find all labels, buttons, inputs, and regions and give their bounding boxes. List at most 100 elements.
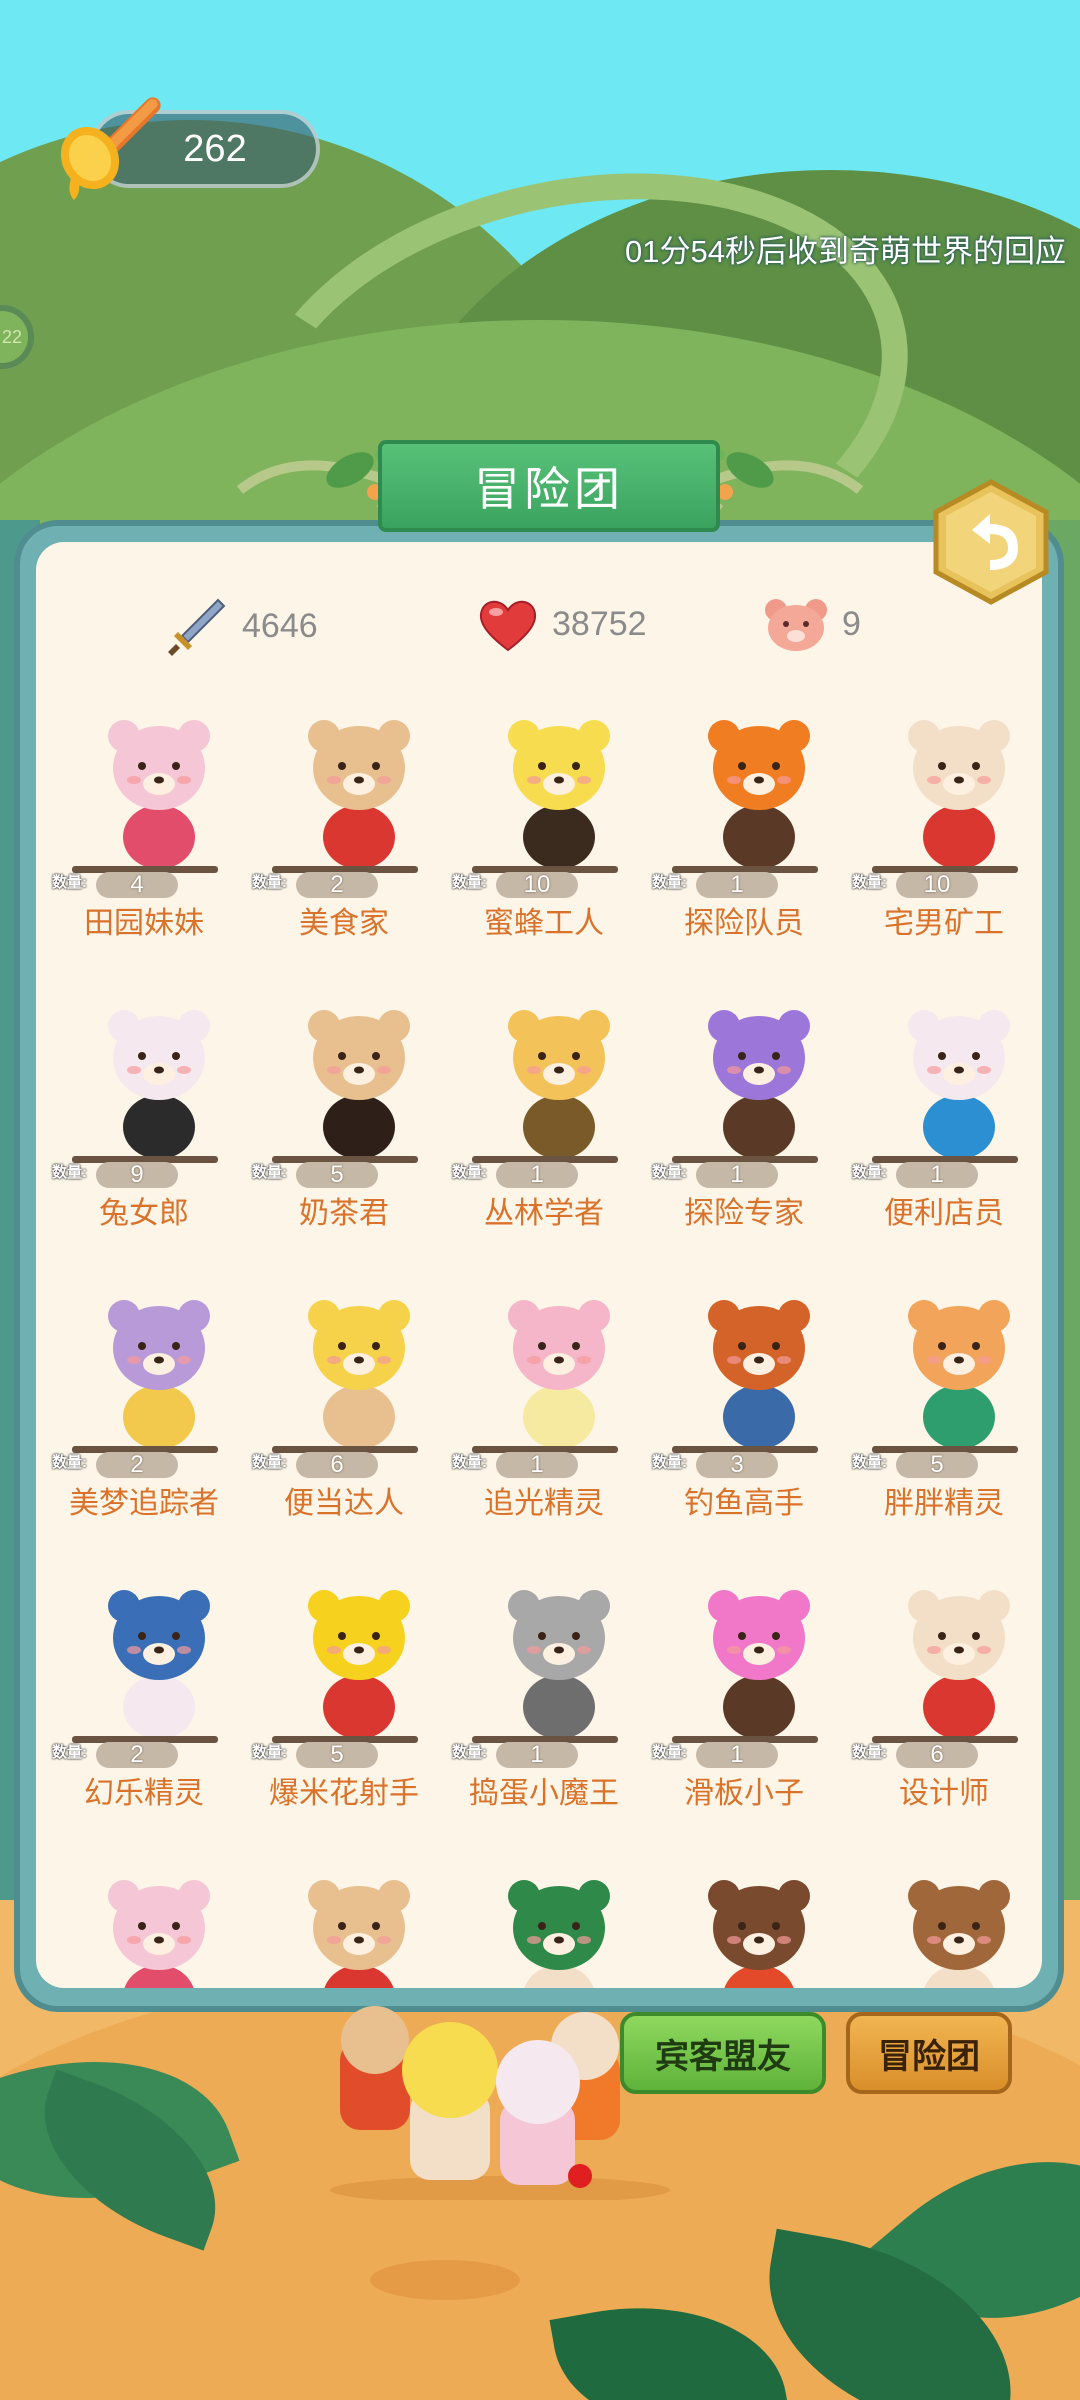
character-card[interactable]: 数量: 2 美食家 (244, 702, 444, 952)
quantity-label: 数量: (852, 1454, 887, 1471)
character-portrait (508, 1590, 610, 1739)
character-card[interactable]: 数量: 5 胖胖精灵 (844, 1282, 1042, 1532)
quantity-value: 1 (896, 1162, 978, 1188)
quantity-value: 5 (896, 1452, 978, 1478)
back-button[interactable] (928, 478, 1054, 606)
quantity-value: 5 (296, 1162, 378, 1188)
character-portrait (908, 720, 1010, 869)
quantity-label: 数量: (452, 1164, 487, 1181)
quantity-label: 数量: (852, 1164, 887, 1181)
character-card[interactable]: 数量: 6 设计师 (844, 1572, 1042, 1822)
character-name: 钓鱼高手 (684, 1486, 804, 1521)
honey-dipper-icon (60, 97, 161, 200)
quantity-label: 数量: (52, 1744, 87, 1761)
character-name: 幻乐精灵 (84, 1776, 204, 1811)
character-portrait (908, 1880, 1010, 1988)
character-portrait (108, 720, 210, 869)
character-portrait (308, 1880, 410, 1988)
character-card[interactable]: 数量: 5 奶茶君 (244, 992, 444, 1242)
guests-allies-button[interactable]: 宾客盟友 (620, 2012, 826, 2094)
character-portrait (308, 1590, 410, 1739)
attack-value: 4646 (242, 606, 318, 645)
character-card[interactable]: 数量: 1 捣蛋小魔王 (444, 1572, 644, 1822)
character-name: 便当达人 (284, 1486, 404, 1521)
character-card[interactable]: 数量: 1 丛林学者 (444, 992, 644, 1242)
character-name: 蜜蜂工人 (484, 906, 604, 941)
character-name: 兔女郎 (99, 1196, 189, 1231)
character-portrait (908, 1590, 1010, 1739)
character-portrait (708, 720, 810, 869)
character-card[interactable] (444, 1862, 644, 1988)
members-value: 9 (842, 604, 861, 643)
character-card[interactable] (644, 1862, 844, 1988)
character-portrait (508, 720, 610, 869)
character-portrait (108, 1880, 210, 1988)
character-portrait (508, 1010, 610, 1159)
character-portrait (708, 1010, 810, 1159)
character-card[interactable] (44, 1862, 244, 1988)
quantity-label: 数量: (852, 1744, 887, 1761)
character-card[interactable]: 数量: 10 蜜蜂工人 (444, 702, 644, 952)
timer-message: 01分54秒后收到奇萌世界的回应 (625, 234, 1066, 269)
character-portrait (308, 720, 410, 869)
quantity-value: 10 (496, 872, 578, 898)
health-stat: 38752 (476, 594, 647, 654)
character-name: 爆米花射手 (269, 1776, 419, 1811)
character-portrait (508, 1880, 610, 1988)
character-card[interactable]: 数量: 1 探险专家 (644, 992, 844, 1242)
quantity-value: 2 (96, 1452, 178, 1478)
character-card[interactable]: 数量: 10 宅男矿工 (844, 702, 1042, 952)
character-card[interactable]: 数量: 1 追光精灵 (444, 1282, 644, 1532)
character-card[interactable]: 数量: 1 滑板小子 (644, 1572, 844, 1822)
quantity-value: 6 (296, 1452, 378, 1478)
quantity-label: 数量: (852, 874, 887, 891)
character-name: 探险队员 (684, 906, 804, 941)
quantity-value: 1 (696, 1162, 778, 1188)
quantity-value: 5 (296, 1742, 378, 1768)
quantity-value: 10 (896, 872, 978, 898)
quantity-label: 数量: (652, 1744, 687, 1761)
adventure-team-button[interactable]: 冒险团 (846, 2012, 1012, 2094)
ground-patch (370, 2260, 520, 2300)
character-name: 捣蛋小魔王 (469, 1776, 619, 1811)
quantity-value: 1 (496, 1452, 578, 1478)
quantity-label: 数量: (652, 1454, 687, 1471)
quantity-label: 数量: (252, 1164, 287, 1181)
character-card[interactable]: 数量: 6 便当达人 (244, 1282, 444, 1532)
sword-icon (168, 598, 226, 656)
character-name: 田园妹妹 (84, 906, 204, 941)
character-card[interactable]: 数量: 4 田园妹妹 (44, 702, 244, 952)
quantity-label: 数量: (252, 1454, 287, 1471)
character-card[interactable]: 数量: 5 爆米花射手 (244, 1572, 444, 1822)
character-roster: 数量: 4 田园妹妹 数量: 2 美食家 数量: 10 蜜蜂工人 数量: 1 探险队员 数量: 10 宅男矿… (36, 702, 1042, 1988)
character-name: 探险专家 (684, 1196, 804, 1231)
quantity-label: 数量: (452, 1454, 487, 1471)
character-portrait (108, 1590, 210, 1739)
character-portrait (308, 1010, 410, 1159)
character-name: 便利店员 (884, 1196, 1004, 1231)
character-card[interactable] (244, 1862, 444, 1988)
quantity-value: 1 (696, 872, 778, 898)
character-card[interactable]: 数量: 3 钓鱼高手 (644, 1282, 844, 1532)
panel-title: 冒险团 (378, 440, 720, 532)
character-card[interactable]: 数量: 1 探险队员 (644, 702, 844, 952)
quantity-value: 2 (296, 872, 378, 898)
quantity-value: 1 (696, 1742, 778, 1768)
quantity-label: 数量: (452, 874, 487, 891)
character-card[interactable]: 数量: 9 兔女郎 (44, 992, 244, 1242)
character-portrait (708, 1300, 810, 1449)
members-stat: 9 (762, 594, 861, 654)
character-card[interactable]: 数量: 2 美梦追踪者 (44, 1282, 244, 1532)
character-portrait (108, 1010, 210, 1159)
character-card[interactable]: 数量: 1 便利店员 (844, 992, 1042, 1242)
character-card[interactable] (844, 1862, 1042, 1988)
quantity-value: 1 (496, 1742, 578, 1768)
quantity-value: 3 (696, 1452, 778, 1478)
character-card[interactable]: 数量: 2 幻乐精灵 (44, 1572, 244, 1822)
quantity-label: 数量: (252, 1744, 287, 1761)
character-name: 设计师 (899, 1776, 989, 1811)
quantity-value: 1 (496, 1162, 578, 1188)
quantity-label: 数量: (52, 874, 87, 891)
character-portrait (108, 1300, 210, 1449)
character-name: 滑板小子 (684, 1776, 804, 1811)
